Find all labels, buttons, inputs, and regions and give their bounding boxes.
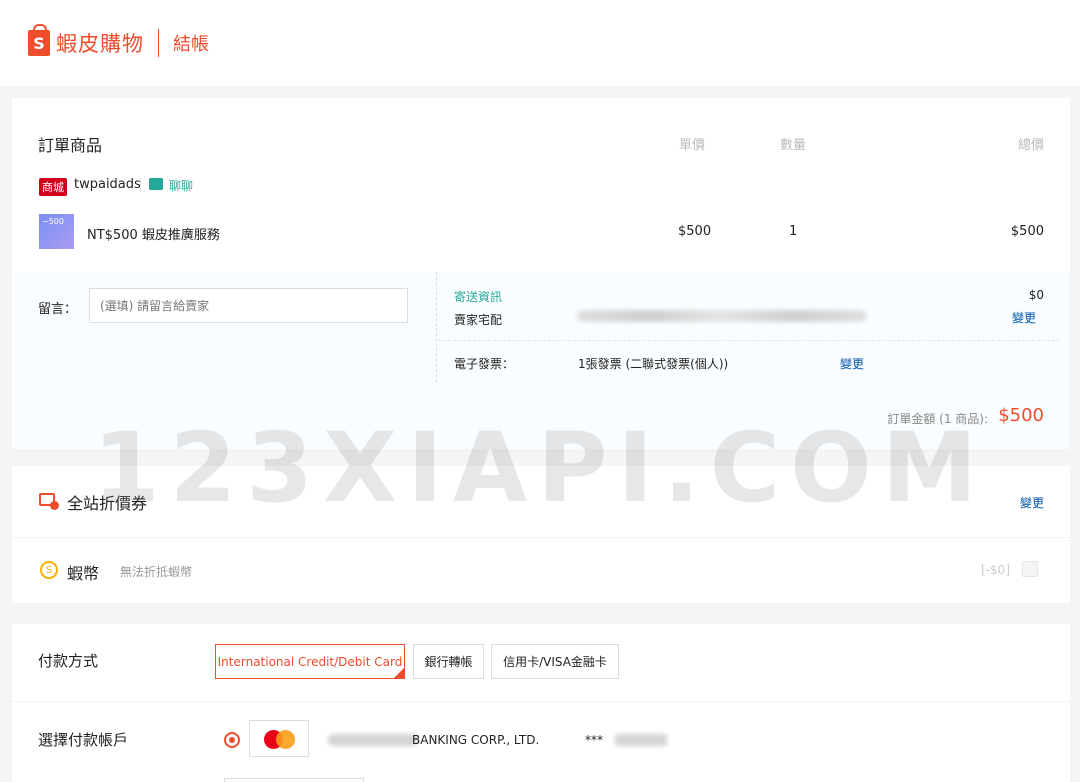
message-input[interactable] — [89, 288, 408, 323]
redacted-shipping-detail — [577, 310, 867, 322]
coin-label: 蝦幣 — [67, 564, 100, 583]
brand-logo[interactable]: 蝦皮購物 — [56, 28, 144, 58]
payment-method-label: 付款方式 — [38, 652, 99, 670]
page-header: S 蝦皮購物 結帳 — [0, 0, 1080, 86]
mastercard-logo — [249, 720, 309, 757]
payment-option-credit-card[interactable]: 信用卡/VISA金融卡 — [491, 644, 619, 679]
shipping-info-label: 寄送資訊 — [454, 290, 503, 304]
shop-divider — [140, 178, 141, 192]
voucher-label: 全站折價券 — [67, 494, 148, 513]
shopee-bag-icon[interactable]: S — [28, 24, 50, 56]
order-total-value: $500 — [998, 405, 1044, 426]
product-thumbnail[interactable]: ~500 — [39, 214, 74, 249]
invoice-value: 1張發票 (二聯式發票(個人)) — [578, 357, 729, 371]
account-label: 選擇付款帳戶 — [38, 731, 129, 749]
discount-card: 全站折價券 變更 S 蝦幣 無法折抵蝦幣 [-$0] — [12, 466, 1070, 603]
order-total-label: 訂單金額 (1 商品): — [887, 412, 988, 426]
invoice-label: 電子發票： — [454, 357, 515, 371]
mall-badge: 商城 — [39, 178, 67, 196]
bank-name: BANKING CORP., LTD. — [412, 733, 540, 747]
coin-note: 無法折抵蝦幣 — [120, 565, 193, 579]
mastercard-yellow-circle — [276, 730, 295, 749]
chat-button[interactable]: 聊聊 — [169, 177, 193, 194]
voucher-icon — [39, 493, 59, 510]
subtotal-header: 總價 — [1017, 138, 1044, 153]
payment-option-bank-transfer[interactable]: 銀行轉帳 — [413, 644, 484, 679]
account-radio[interactable] — [224, 732, 240, 748]
coin-value: [-$0] — [981, 563, 1010, 577]
payment-option-intl-card[interactable]: International Credit/Debit Card — [215, 644, 405, 679]
product-name[interactable]: NT$500 蝦皮推廣服務 — [87, 224, 220, 243]
payment-divider — [12, 701, 1070, 702]
payment-card: 付款方式 International Credit/Debit Card 銀行轉… — [12, 624, 1070, 782]
product-qty: 1 — [789, 224, 798, 239]
details-hdivider — [438, 340, 1060, 341]
product-total: $500 — [1010, 224, 1044, 239]
next-account-option[interactable] — [224, 778, 364, 782]
coin-checkbox[interactable] — [1022, 561, 1038, 577]
shipping-type: 賣家宅配 — [454, 313, 503, 327]
unit-price-header: 單價 — [679, 138, 706, 153]
page-title: 結帳 — [173, 34, 209, 55]
invoice-change-button[interactable]: 變更 — [840, 355, 864, 372]
redacted-card-digits — [615, 734, 667, 746]
qty-header: 數量 — [780, 138, 807, 153]
message-label: 留言： — [38, 302, 78, 317]
shopee-coin-icon: S — [40, 561, 58, 579]
shipping-fee: $0 — [1028, 288, 1044, 302]
chat-icon[interactable] — [149, 178, 163, 190]
order-section-title: 訂單商品 — [38, 136, 103, 155]
voucher-change-button[interactable]: 變更 — [1020, 494, 1044, 511]
redacted-bank-prefix — [328, 734, 418, 746]
product-price: $500 — [678, 224, 712, 239]
discount-divider — [12, 537, 1070, 538]
header-divider — [158, 29, 159, 57]
details-divider — [436, 272, 437, 382]
card-number-mask: *** — [585, 733, 603, 747]
shipping-change-button[interactable]: 變更 — [1012, 309, 1036, 326]
order-items-card: 訂單商品 單價 數量 總價 商城 twpaidads 聊聊 ~500 NT$50… — [12, 98, 1070, 449]
shop-name[interactable]: twpaidads — [74, 177, 141, 192]
